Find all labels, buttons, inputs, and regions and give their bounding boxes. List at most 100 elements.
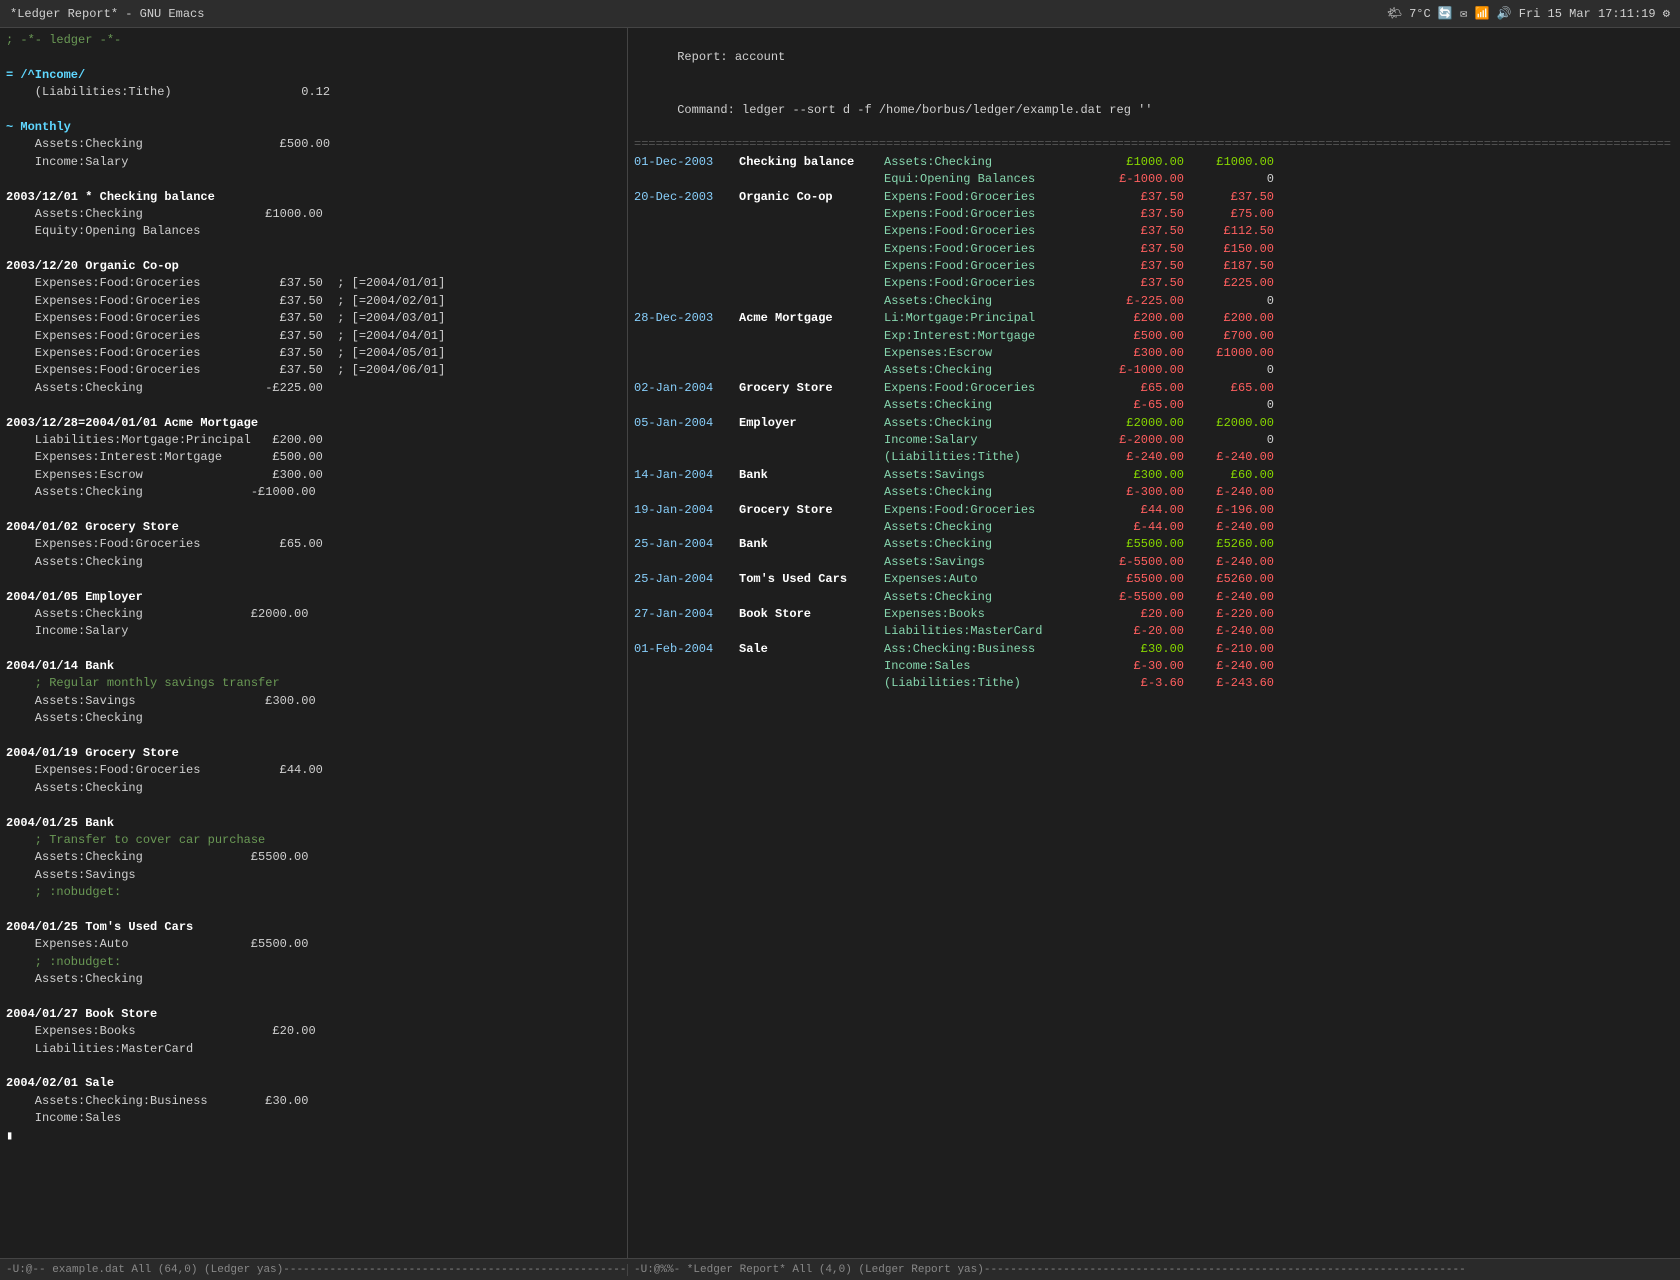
table-row: 05-Jan-2004EmployerAssets:Checking£2000.… — [634, 415, 1674, 432]
left-pane-line — [6, 728, 621, 745]
table-row: 25-Jan-2004Tom's Used CarsExpenses:Auto£… — [634, 571, 1674, 588]
left-pane-line — [6, 902, 621, 919]
left-pane-line: 2004/01/14 Bank — [6, 658, 621, 675]
left-pane-line: Liabilities:Mortgage:Principal £200.00 — [6, 432, 621, 449]
left-pane-line: Income:Salary — [6, 154, 621, 171]
left-pane-line: Assets:Checking — [6, 971, 621, 988]
left-pane-line — [6, 102, 621, 119]
report-command: Command: ledger --sort d -f /home/borbus… — [634, 84, 1674, 136]
table-row: Assets:Savings£-5500.00£-240.00 — [634, 554, 1674, 571]
left-pane-line: Assets:Checking £1000.00 — [6, 206, 621, 223]
report-header-label: Report: account — [634, 32, 1674, 84]
left-pane-line: Expenses:Food:Groceries £37.50 ; [=2004/… — [6, 362, 621, 379]
left-pane-line — [6, 171, 621, 188]
left-pane-line: Income:Salary — [6, 623, 621, 640]
title-bar-title: *Ledger Report* - GNU Emacs — [10, 7, 204, 21]
table-row: Assets:Checking£-65.000 — [634, 397, 1674, 414]
table-row: Expens:Food:Groceries£37.50£75.00 — [634, 206, 1674, 223]
table-row: Income:Sales£-30.00£-240.00 — [634, 658, 1674, 675]
left-pane-line: ; Regular monthly savings transfer — [6, 675, 621, 692]
left-pane-line — [6, 241, 621, 258]
table-row: 01-Dec-2003Checking balanceAssets:Checki… — [634, 154, 1674, 171]
table-row: Equi:Opening Balances£-1000.000 — [634, 171, 1674, 188]
left-pane-line: Expenses:Food:Groceries £44.00 — [6, 762, 621, 779]
table-row: 27-Jan-2004Book StoreExpenses:Books£20.0… — [634, 606, 1674, 623]
left-pane-line: ▮ — [6, 1128, 621, 1145]
left-pane-line: Assets:Checking £500.00 — [6, 136, 621, 153]
status-left: -U:@-- example.dat All (64,0) (Ledger ya… — [0, 1264, 628, 1276]
table-row: 25-Jan-2004BankAssets:Checking£5500.00£5… — [634, 536, 1674, 553]
left-pane-line: ~ Monthly — [6, 119, 621, 136]
left-pane-line: Expenses:Interest:Mortgage £500.00 — [6, 449, 621, 466]
title-bar: *Ledger Report* - GNU Emacs 🌤 7°C 🔄 ✉ 📶 … — [0, 0, 1680, 28]
status-right: -U:@%%- *Ledger Report* All (4,0) (Ledge… — [628, 1264, 1680, 1276]
left-pane-line — [6, 641, 621, 658]
left-pane-line: Expenses:Food:Groceries £37.50 ; [=2004/… — [6, 328, 621, 345]
left-pane-line: Expenses:Auto £5500.00 — [6, 936, 621, 953]
left-pane-line — [6, 988, 621, 1005]
table-row: Income:Salary£-2000.000 — [634, 432, 1674, 449]
table-row: Expens:Food:Groceries£37.50£225.00 — [634, 275, 1674, 292]
left-pane-line: Expenses:Food:Groceries £37.50 ; [=2004/… — [6, 310, 621, 327]
left-pane-line: Assets:Savings — [6, 867, 621, 884]
left-pane-line: 2003/12/01 * Checking balance — [6, 189, 621, 206]
left-pane-line: 2004/01/19 Grocery Store — [6, 745, 621, 762]
left-pane-line: 2003/12/20 Organic Co-op — [6, 258, 621, 275]
left-pane[interactable]: ; -*- ledger -*- = /^Income/ (Liabilitie… — [0, 28, 628, 1258]
left-pane-line: (Liabilities:Tithe) 0.12 — [6, 84, 621, 101]
left-pane-line: Expenses:Food:Groceries £37.50 ; [=2004/… — [6, 293, 621, 310]
table-row: Assets:Checking£-300.00£-240.00 — [634, 484, 1674, 501]
left-pane-line: Liabilities:MasterCard — [6, 1041, 621, 1058]
left-pane-line: Income:Sales — [6, 1110, 621, 1127]
table-row: Expens:Food:Groceries£37.50£187.50 — [634, 258, 1674, 275]
left-pane-line: Expenses:Food:Groceries £65.00 — [6, 536, 621, 553]
left-pane-line — [6, 571, 621, 588]
left-pane-line: Expenses:Food:Groceries £37.50 ; [=2004/… — [6, 275, 621, 292]
table-row: Exp:Interest:Mortgage£500.00£700.00 — [634, 328, 1674, 345]
left-pane-line: Assets:Checking -£1000.00 — [6, 484, 621, 501]
table-row: Expens:Food:Groceries£37.50£150.00 — [634, 241, 1674, 258]
left-pane-line: ; :nobudget: — [6, 954, 621, 971]
left-pane-line: Assets:Checking:Business £30.00 — [6, 1093, 621, 1110]
left-pane-line: 2004/01/27 Book Store — [6, 1006, 621, 1023]
report-separator: ========================================… — [634, 136, 1674, 153]
left-pane-line: Expenses:Escrow £300.00 — [6, 467, 621, 484]
left-pane-line: 2004/02/01 Sale — [6, 1075, 621, 1092]
left-pane-line — [6, 397, 621, 414]
left-pane-line: Assets:Savings £300.00 — [6, 693, 621, 710]
left-pane-line — [6, 797, 621, 814]
title-bar-right: 🌤 7°C 🔄 ✉ 📶 🔊 Fri 15 Mar 17:11:19 ⚙ — [1387, 6, 1670, 21]
left-pane-line: Assets:Checking £5500.00 — [6, 849, 621, 866]
table-row: 20-Dec-2003Organic Co-opExpens:Food:Groc… — [634, 189, 1674, 206]
left-pane-line: Expenses:Food:Groceries £37.50 ; [=2004/… — [6, 345, 621, 362]
table-row: 14-Jan-2004BankAssets:Savings£300.00£60.… — [634, 467, 1674, 484]
left-pane-line: 2004/01/05 Employer — [6, 589, 621, 606]
table-row: 02-Jan-2004Grocery StoreExpens:Food:Groc… — [634, 380, 1674, 397]
table-row: Expenses:Escrow£300.00£1000.00 — [634, 345, 1674, 362]
left-pane-line — [6, 502, 621, 519]
left-pane-line: 2004/01/25 Bank — [6, 815, 621, 832]
left-pane-line: 2004/01/02 Grocery Store — [6, 519, 621, 536]
left-pane-line: Expenses:Books £20.00 — [6, 1023, 621, 1040]
table-row: Expens:Food:Groceries£37.50£112.50 — [634, 223, 1674, 240]
left-pane-line: Assets:Checking -£225.00 — [6, 380, 621, 397]
table-row: Assets:Checking£-44.00£-240.00 — [634, 519, 1674, 536]
left-pane-line — [6, 49, 621, 66]
left-pane-line: 2003/12/28=2004/01/01 Acme Mortgage — [6, 415, 621, 432]
table-row: Assets:Checking£-5500.00£-240.00 — [634, 589, 1674, 606]
table-row: (Liabilities:Tithe)£-240.00£-240.00 — [634, 449, 1674, 466]
table-row: 28-Dec-2003Acme MortgageLi:Mortgage:Prin… — [634, 310, 1674, 327]
table-row: 01-Feb-2004SaleAss:Checking:Business£30.… — [634, 641, 1674, 658]
table-row: Liabilities:MasterCard£-20.00£-240.00 — [634, 623, 1674, 640]
table-row: Assets:Checking£-1000.000 — [634, 362, 1674, 379]
left-pane-line: = /^Income/ — [6, 67, 621, 84]
right-pane[interactable]: Report: account Command: ledger --sort d… — [628, 28, 1680, 1258]
main-content: ; -*- ledger -*- = /^Income/ (Liabilitie… — [0, 28, 1680, 1258]
left-pane-line: 2004/01/25 Tom's Used Cars — [6, 919, 621, 936]
left-pane-line: ; Transfer to cover car purchase — [6, 832, 621, 849]
table-row: Assets:Checking£-225.000 — [634, 293, 1674, 310]
left-pane-line: Assets:Checking £2000.00 — [6, 606, 621, 623]
report-table: 01-Dec-2003Checking balanceAssets:Checki… — [634, 154, 1674, 693]
table-row: (Liabilities:Tithe)£-3.60£-243.60 — [634, 675, 1674, 692]
left-pane-line: Assets:Checking — [6, 780, 621, 797]
